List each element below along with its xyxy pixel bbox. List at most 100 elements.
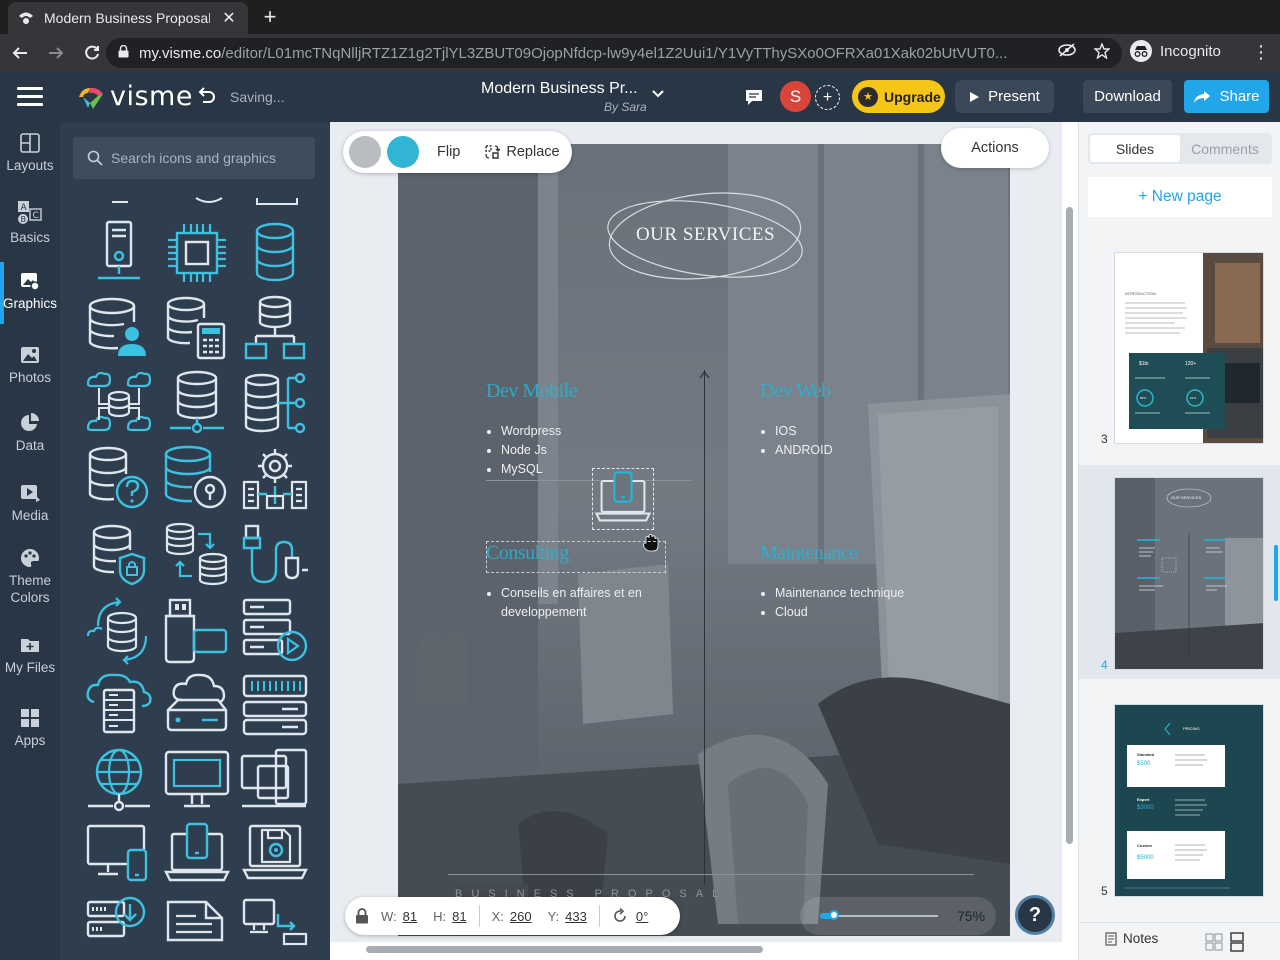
forward-icon[interactable] (40, 37, 72, 69)
cloud-server-icon[interactable] (84, 670, 154, 740)
page-row-5[interactable]: 5 PRICING Standard $500 Expert $3000 Cus… (1079, 692, 1280, 902)
laptop-floppy-icon[interactable] (240, 820, 310, 890)
multi-devices-icon[interactable] (240, 744, 310, 814)
rail-item-my-files[interactable]: My Files (0, 634, 60, 676)
database-question-icon[interactable] (84, 444, 154, 514)
section-title-consulting[interactable]: Consulting (486, 542, 569, 565)
page-thumbnail-5[interactable]: PRICING Standard $500 Expert $3000 Custo… (1114, 704, 1264, 897)
database-icon[interactable] (240, 218, 310, 288)
rail-item-layouts[interactable]: Layouts (0, 132, 60, 174)
comments-icon[interactable] (744, 88, 764, 106)
new-tab-icon[interactable]: + (258, 4, 282, 30)
undo-icon[interactable] (196, 85, 216, 111)
database-user-icon[interactable] (84, 294, 154, 364)
document-icon[interactable] (162, 894, 232, 960)
server-tower-icon[interactable] (84, 218, 154, 288)
database-hierarchy-icon[interactable] (240, 368, 310, 438)
database-settings-icon[interactable] (240, 444, 310, 514)
globe-network-icon[interactable] (84, 744, 154, 814)
monitor-phone-icon[interactable] (84, 820, 154, 890)
address-bar[interactable]: my.visme.co/editor/L01mcTNqNlljRTZ1Z1g2T… (106, 38, 1122, 68)
page-row-4[interactable]: 4 OUR SERVICES (1079, 465, 1280, 679)
width-value[interactable]: 81 (403, 909, 417, 924)
database-shield-icon[interactable] (84, 520, 154, 590)
tab-comments[interactable]: Comments (1180, 135, 1270, 162)
share-button[interactable]: Share (1184, 80, 1269, 113)
browser-tab[interactable]: Modern Business Proposal ✕ (8, 2, 248, 34)
grid-view-icon[interactable] (1202, 929, 1225, 955)
back-icon[interactable] (4, 37, 36, 69)
usb-drive-icon[interactable] (162, 596, 232, 666)
hamburger-menu-icon[interactable] (17, 87, 43, 107)
server-rack-icon[interactable] (240, 670, 310, 740)
page-thumbnail-4[interactable]: OUR SERVICES (1114, 477, 1264, 670)
browser-menu-icon[interactable]: ⋮ (1252, 42, 1270, 63)
y-value[interactable]: 433 (565, 909, 587, 924)
upgrade-button[interactable]: ★ Upgrade (852, 80, 945, 113)
server-play-icon[interactable] (240, 596, 310, 666)
slide-canvas[interactable]: OUR SERVICES Dev Mobile Wordpress Node J… (398, 144, 1010, 936)
icon-stub-1[interactable] (110, 200, 130, 208)
close-tab-icon[interactable]: ✕ (220, 8, 238, 28)
laptop-phone-icon[interactable] (593, 469, 653, 529)
add-collaborator-icon[interactable]: + (815, 85, 840, 110)
section-list-maintenance[interactable]: Maintenance technique Cloud (775, 584, 904, 622)
tab-slides[interactable]: Slides (1090, 135, 1180, 162)
bookmark-star-icon[interactable] (1093, 42, 1111, 63)
vertical-scrollbar[interactable] (1066, 207, 1073, 844)
download-button[interactable]: Download (1083, 80, 1172, 113)
height-value[interactable]: 81 (452, 909, 466, 924)
desktop-monitor-icon[interactable] (162, 744, 232, 814)
lock-icon[interactable] (355, 908, 369, 924)
color-swatch-2[interactable] (387, 136, 419, 168)
incognito-indicator[interactable]: Incognito (1130, 40, 1221, 62)
rail-item-theme-colors[interactable]: Theme Colors (0, 547, 60, 606)
database-lock-icon[interactable] (162, 444, 232, 514)
pages-scroll-indicator[interactable] (1274, 545, 1278, 601)
database-connected-icon[interactable] (162, 368, 232, 438)
zoom-slider-handle[interactable] (829, 910, 840, 920)
rail-item-photos[interactable]: Photos (0, 344, 60, 386)
document-title[interactable]: Modern Business Pr... (481, 80, 638, 98)
database-cloud-network-icon[interactable] (84, 368, 154, 438)
database-transfer-icon[interactable] (162, 520, 232, 590)
laptop-phone-icon[interactable] (162, 820, 232, 890)
horizontal-scrollbar[interactable] (366, 946, 763, 953)
rail-item-data[interactable]: Data (0, 412, 60, 454)
cpu-chip-icon[interactable] (162, 218, 232, 288)
lock-icon[interactable] (118, 44, 129, 61)
icon-stub-3[interactable] (255, 196, 299, 208)
search-input[interactable] (111, 150, 301, 166)
section-list-dev-web[interactable]: IOS ANDROID (775, 422, 833, 460)
graphics-search[interactable] (73, 137, 315, 179)
flip-button[interactable]: Flip (425, 144, 472, 160)
section-title-dev-web[interactable]: Dev Web (760, 380, 831, 403)
chevron-down-icon[interactable] (652, 87, 664, 101)
monitor-transfer-icon[interactable] (240, 894, 310, 960)
zoom-value[interactable]: 75% (957, 908, 985, 924)
database-network-icon[interactable] (240, 294, 310, 364)
selected-element-frame[interactable] (592, 468, 654, 530)
rail-item-media[interactable]: Media (0, 482, 60, 524)
server-download-icon[interactable] (84, 894, 154, 960)
user-avatar[interactable]: S (780, 81, 811, 112)
database-calculator-icon[interactable] (162, 294, 232, 364)
database-sync-icon[interactable] (84, 596, 154, 666)
help-button[interactable]: ? (1015, 895, 1055, 935)
section-title-maintenance[interactable]: Maintenance (760, 542, 858, 565)
present-button[interactable]: Present (955, 80, 1054, 113)
section-list-dev-mobile[interactable]: Wordpress Node Js MySQL (501, 422, 561, 479)
new-page-button[interactable]: + New page (1088, 177, 1272, 217)
icon-stub-2[interactable] (194, 196, 224, 206)
usb-cable-icon[interactable] (240, 520, 310, 590)
slide-heading[interactable]: OUR SERVICES (603, 224, 808, 246)
x-value[interactable]: 260 (510, 909, 532, 924)
section-title-dev-mobile[interactable]: Dev Mobile (486, 380, 578, 403)
rail-item-graphics[interactable]: Graphics (0, 270, 60, 312)
rotate-icon[interactable] (612, 908, 628, 924)
actions-button[interactable]: Actions (941, 128, 1049, 168)
reload-icon[interactable] (76, 37, 108, 69)
page-row-3[interactable]: 3 INTRODUCTION $1bi 120+ 80% 91% (1079, 247, 1280, 452)
tracking-blocked-icon[interactable] (1058, 43, 1076, 63)
rotation-value[interactable]: 0° (636, 909, 648, 924)
